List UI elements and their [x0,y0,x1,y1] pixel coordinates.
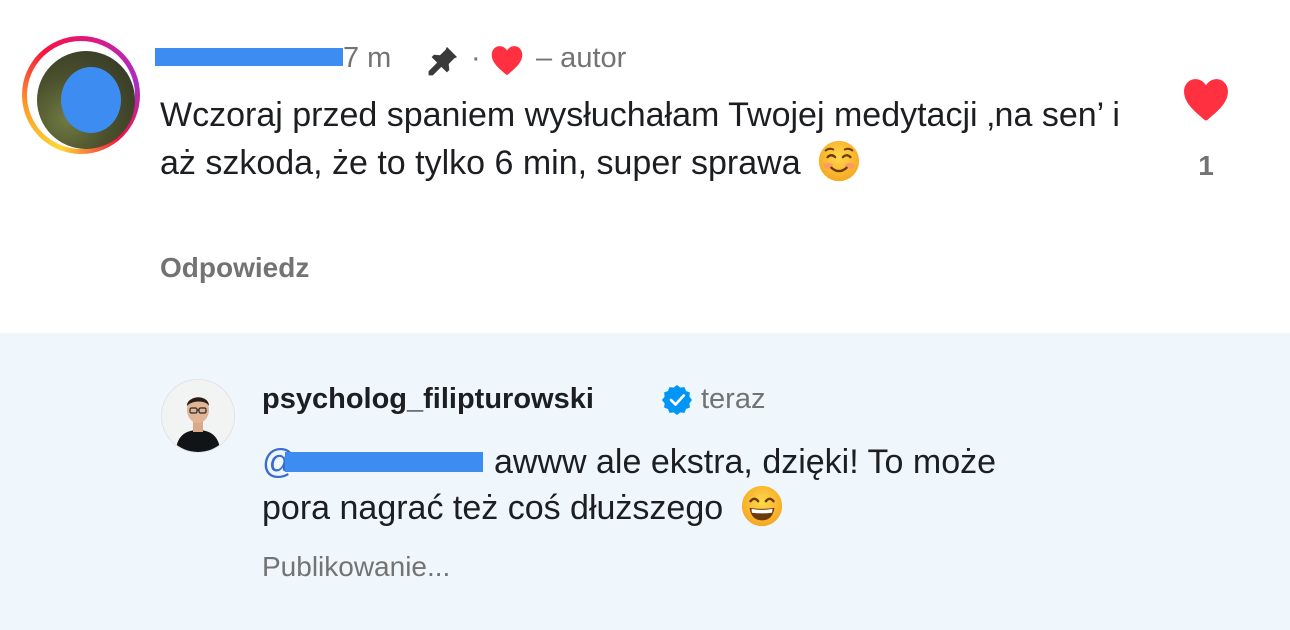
smiling-face-icon [818,140,860,182]
verified-badge-icon [662,385,692,415]
reply-avatar[interactable] [161,379,235,453]
reply: psycholog_filipturowski teraz @ awww ale… [0,333,1290,630]
like-count[interactable]: 1 [1186,146,1226,186]
reply-time: teraz [701,383,766,415]
grinning-face-icon [741,485,782,527]
redacted-username[interactable] [155,48,343,66]
person-photo-icon [162,380,234,452]
creator-liked-heart-icon [491,46,523,75]
like-heart-icon[interactable] [1180,76,1232,122]
author-label: – autor [536,42,627,74]
pin-icon [428,46,458,76]
separator-dot: · [471,42,481,74]
publishing-status: Publikowanie... [262,551,451,582]
reply-button[interactable]: Odpowiedz [160,250,309,286]
reply-text-line-2: pora nagrać też coś dłuższego [262,483,785,531]
comment-text: Wczoraj przed spaniem wysłuchałam Twojej… [160,96,1120,182]
commenter-avatar[interactable] [22,36,140,154]
comment-time: 7 m [343,42,392,74]
redacted-mention[interactable] [285,452,483,472]
reply-text-line-1: awww ale ekstra, dzięki! To może [494,443,997,481]
reply-username[interactable]: psycholog_filipturowski [262,381,594,417]
comment: 7 m · – autor Wczoraj przed spaniem wysł… [0,0,1290,333]
redaction-blob [61,67,121,133]
